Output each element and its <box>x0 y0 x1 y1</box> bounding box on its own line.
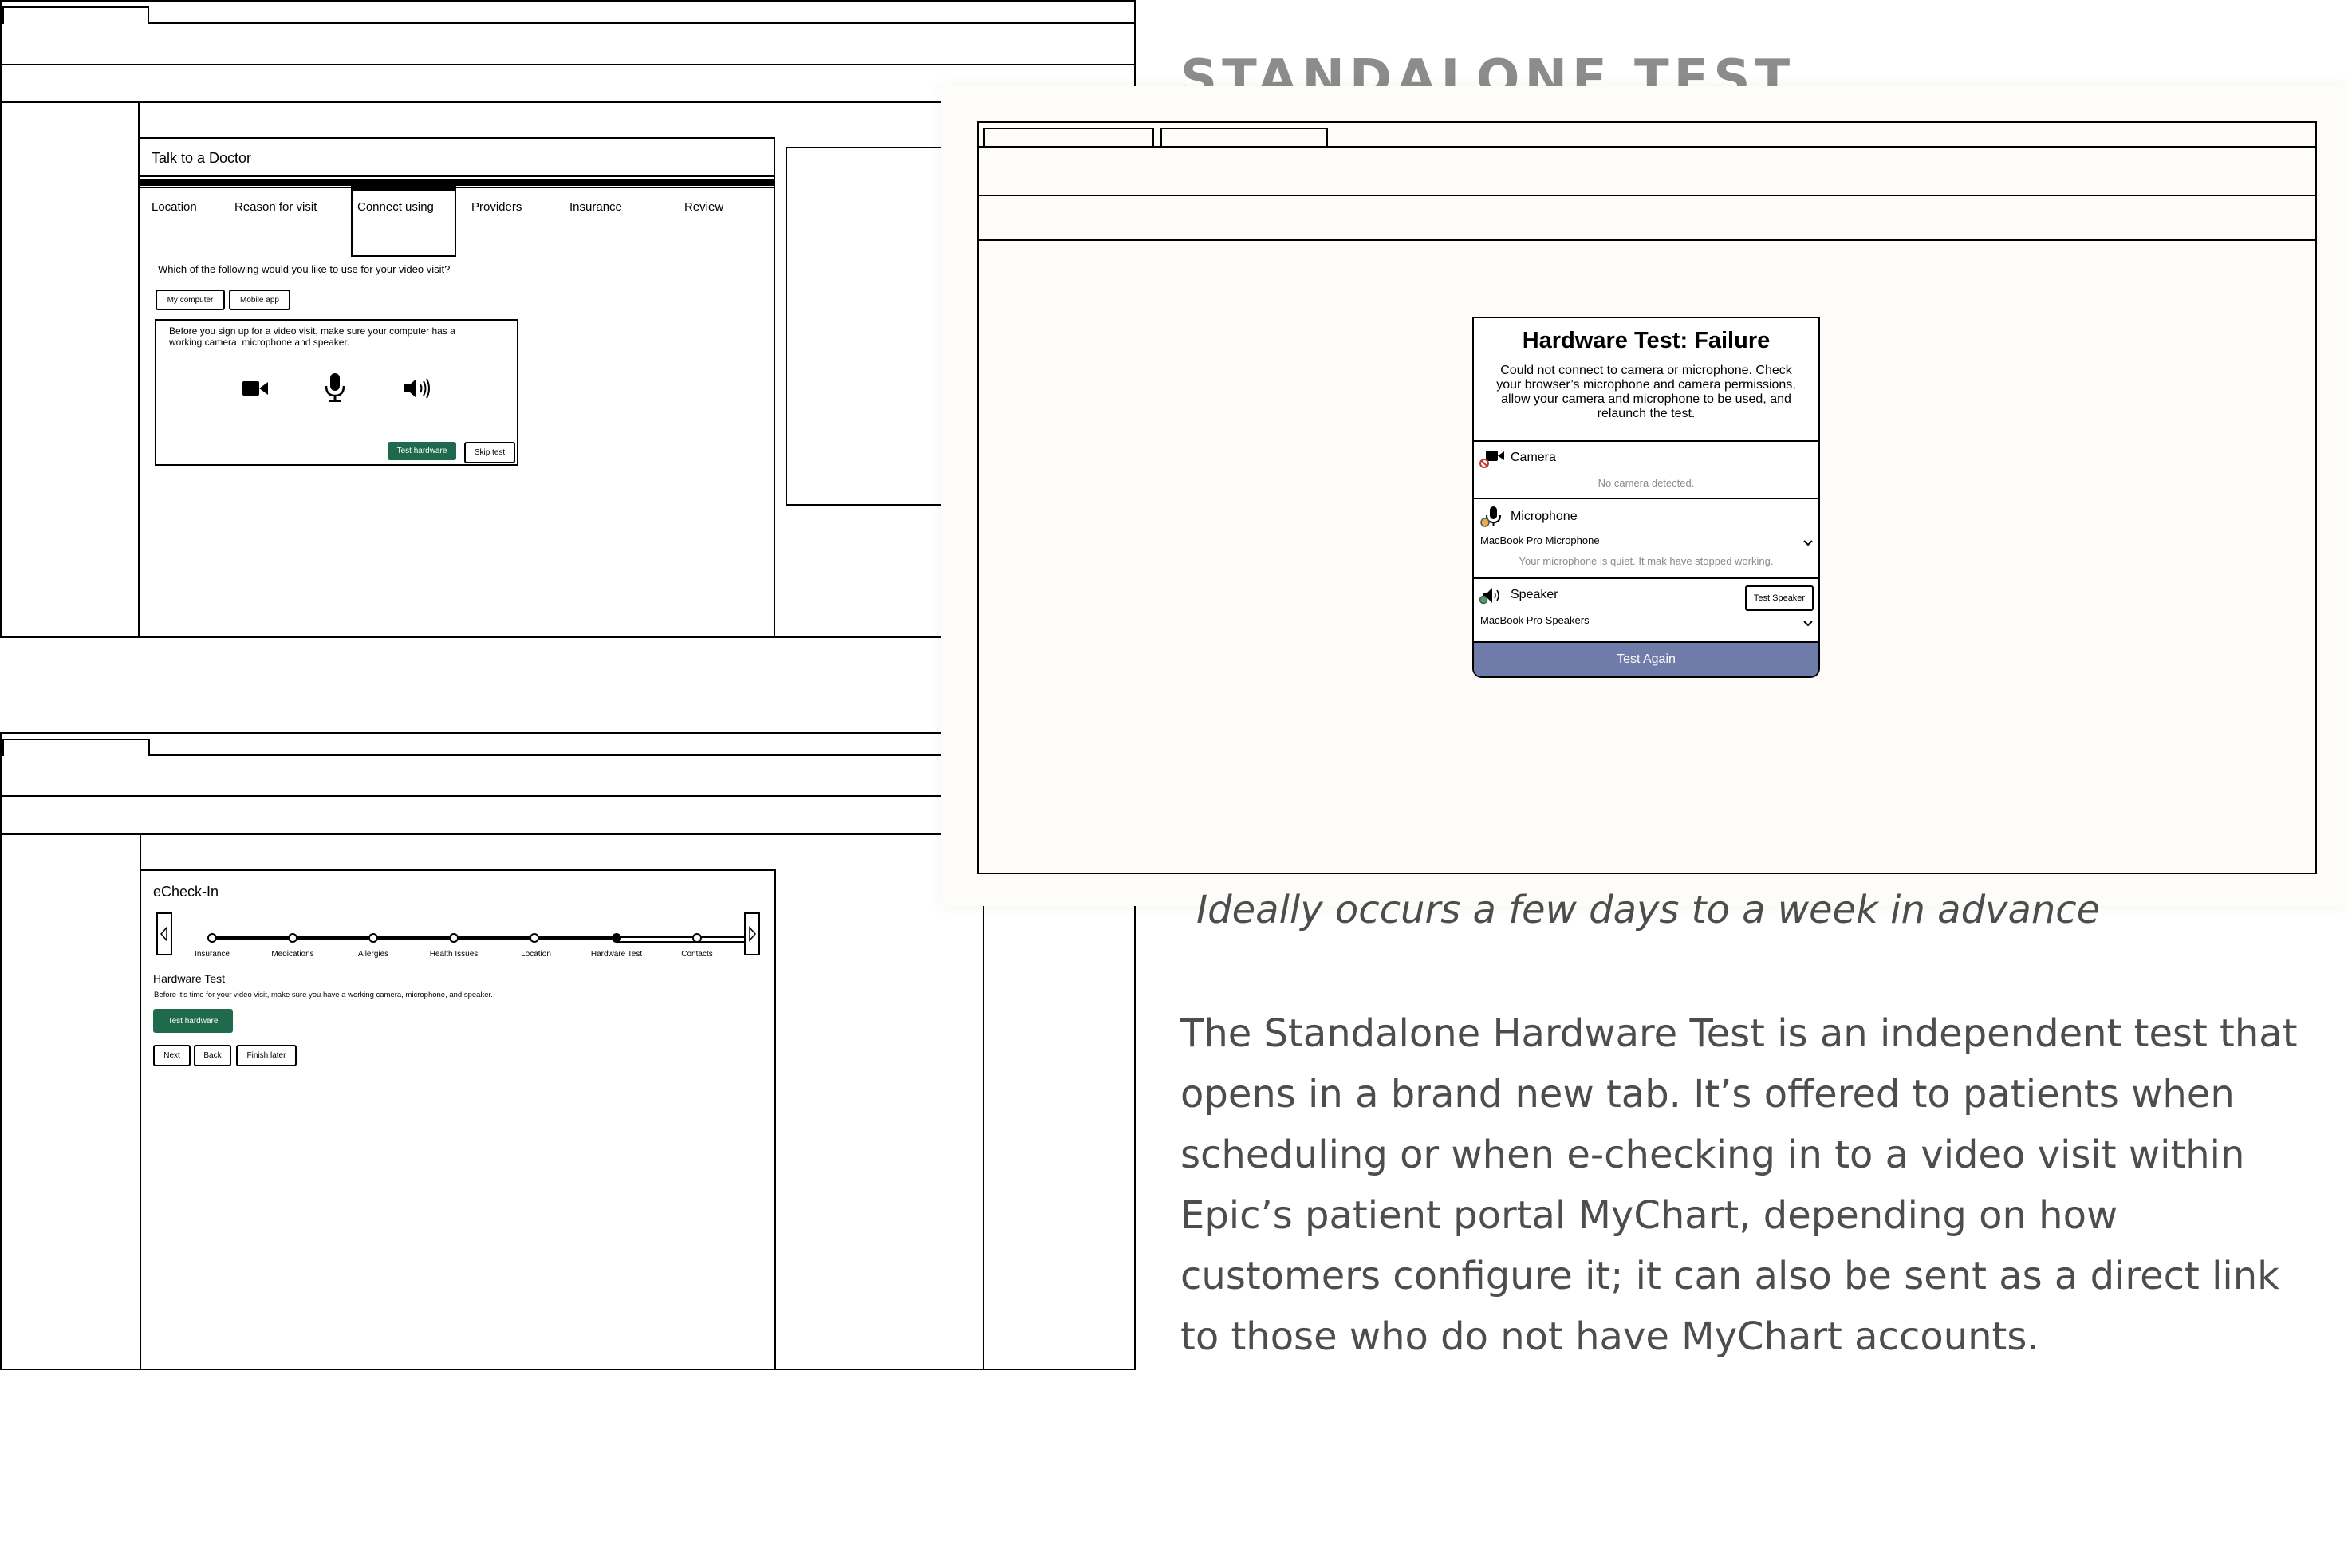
microphone-blocked-icon <box>1480 506 1501 527</box>
my-computer-button[interactable]: My computer <box>156 290 225 310</box>
test-hardware-button[interactable]: Test hardware <box>388 442 456 460</box>
chevron-right-icon <box>749 926 756 942</box>
test-hardware-button[interactable]: Test hardware <box>153 1009 233 1033</box>
step-dot-health-issues <box>449 933 459 943</box>
step-label-health-issues[interactable]: Health Issues <box>430 950 479 959</box>
hardware-notice-text: Before you sign up for a video visit, ma… <box>169 325 455 348</box>
microphone-label: Microphone <box>1511 510 1578 523</box>
hardware-test-card: Hardware Test: Failure Could not connect… <box>1472 317 1820 678</box>
tab-connect-using-active[interactable]: Connect using <box>351 183 456 257</box>
subtitle: Ideally occurs a few days to a week in a… <box>1196 888 2101 932</box>
camera-row: Camera No camera detected. <box>1474 440 1818 499</box>
step-dot-allergies <box>368 933 378 943</box>
step-label-insurance[interactable]: Insurance <box>195 950 230 959</box>
speaker-select[interactable]: MacBook Pro Speakers <box>1480 614 1590 626</box>
step-dot-medications <box>288 933 297 943</box>
speaker-icon <box>1479 588 1499 605</box>
chevron-down-icon[interactable] <box>1802 620 1814 628</box>
microphone-row: Microphone MacBook Pro Microphone Your m… <box>1474 498 1818 579</box>
microphone-status: Your microphone is quiet. It mak have st… <box>1519 555 1774 567</box>
step-label-contacts[interactable]: Contacts <box>681 950 712 959</box>
camera-blocked-icon <box>1479 451 1504 468</box>
speaker-icon <box>404 378 430 399</box>
tab-location[interactable]: Location <box>152 200 197 214</box>
stepper-remaining-line <box>617 936 744 938</box>
step-dot-insurance <box>207 933 217 943</box>
section-heading: Hardware Test <box>153 972 226 985</box>
hardware-notice-box: Before you sign up for a video visit, ma… <box>155 319 518 466</box>
microphone-icon <box>325 373 345 402</box>
test-again-button[interactable]: Test Again <box>1474 641 1818 676</box>
step-label-hardware-test[interactable]: Hardware Test <box>591 950 642 959</box>
camera-icon <box>242 381 268 396</box>
stepper-next-button[interactable] <box>744 912 760 955</box>
browser-tab <box>2 739 150 756</box>
test-again-label: Test Again <box>1617 652 1676 666</box>
page-title: eCheck-In <box>153 884 219 900</box>
speaker-label: Speaker <box>1511 588 1558 601</box>
camera-label: Camera <box>1511 451 1556 464</box>
side-panel <box>786 147 953 506</box>
chevron-left-icon <box>160 926 167 942</box>
stepper-progress-line <box>212 936 617 940</box>
tab-review[interactable]: Review <box>684 200 723 214</box>
skip-test-button[interactable]: Skip test <box>464 442 515 463</box>
video-question: Which of the following would you like to… <box>158 263 451 275</box>
speaker-row: Speaker Test Speaker MacBook Pro Speaker… <box>1474 577 1818 643</box>
stepper-prev-button[interactable] <box>156 912 172 955</box>
next-button[interactable]: Next <box>153 1045 191 1066</box>
test-speaker-button[interactable]: Test Speaker <box>1745 585 1814 611</box>
tab-reason-for-visit[interactable]: Reason for visit <box>234 200 317 214</box>
card-message: Could not connect to camera or microphon… <box>1496 364 1796 420</box>
finish-later-button[interactable]: Finish later <box>236 1045 297 1066</box>
section-text: Before it's time for your video visit, m… <box>154 991 493 999</box>
description: The Standalone Hardware Test is an indep… <box>1180 1011 2298 1359</box>
tab-connect-using: Connect using <box>357 200 434 214</box>
card-title: Hardware Test: Failure <box>1522 328 1771 353</box>
step-dot-contacts <box>692 933 702 943</box>
tab-insurance[interactable]: Insurance <box>569 200 622 214</box>
tab-providers[interactable]: Providers <box>471 200 522 214</box>
step-label-medications[interactable]: Medications <box>271 950 313 959</box>
microphone-select[interactable]: MacBook Pro Microphone <box>1480 534 1600 546</box>
camera-status: No camera detected. <box>1598 477 1695 489</box>
browser-tab <box>2 6 149 24</box>
mobile-app-button[interactable]: Mobile app <box>229 290 290 310</box>
step-label-location[interactable]: Location <box>521 950 551 959</box>
page-title: Talk to a Doctor <box>152 150 252 166</box>
step-dot-hardware-test-current <box>612 933 621 943</box>
chevron-down-icon[interactable] <box>1802 539 1814 547</box>
back-button[interactable]: Back <box>194 1045 231 1066</box>
step-label-allergies[interactable]: Allergies <box>358 950 388 959</box>
step-dot-location <box>530 933 539 943</box>
